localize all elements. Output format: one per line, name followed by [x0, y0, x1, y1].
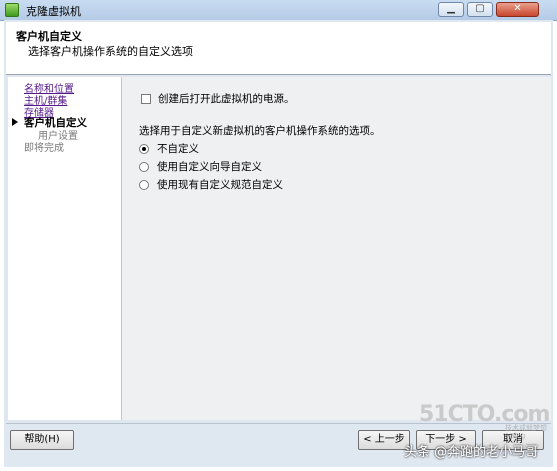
power-on-label: 创建后打开此虚拟机的电源。: [158, 93, 295, 105]
vmware-icon: [5, 3, 19, 17]
power-on-checkbox[interactable]: [141, 93, 151, 104]
option-existing-spec-label: 使用现有自定义规范自定义: [157, 179, 283, 191]
option-no-customize[interactable]: 不自定义: [139, 141, 199, 156]
watermark-text: 头条 @奔跑的老小马哥: [404, 445, 539, 460]
main-content: 创建后打开此虚拟机的电源。 选择用于自定义新虚拟机的客户机操作系统的选项。 不自…: [122, 77, 551, 420]
close-button[interactable]: ✕: [496, 2, 539, 17]
power-on-option[interactable]: 创建后打开此虚拟机的电源。: [141, 91, 295, 106]
help-button[interactable]: 帮助(H): [10, 430, 74, 450]
page-title: 客户机自定义: [16, 30, 82, 43]
options-prompt: 选择用于自定义新虚拟机的客户机操作系统的选项。: [139, 123, 381, 138]
wizard-header: 客户机自定义 选择客户机操作系统的自定义选项: [6, 22, 551, 75]
option-no-customize-label: 不自定义: [157, 143, 199, 155]
title-bar: 克隆虚拟机 ▁ ▢ ✕: [0, 0, 557, 21]
nav-step-ready-to-complete: 即将完成: [24, 143, 64, 154]
current-step-arrow-icon: [12, 118, 18, 126]
radio-no-customize[interactable]: [139, 143, 149, 154]
minimize-button[interactable]: ▁: [438, 2, 464, 17]
window-title: 克隆虚拟机: [26, 5, 81, 18]
option-wizard-customize[interactable]: 使用自定义向导自定义: [139, 159, 262, 174]
wizard-steps-nav: 名称和位置 主机/群集 存储器 客户机自定义 用户设置 即将完成: [8, 77, 122, 420]
radio-existing-spec[interactable]: [139, 179, 149, 190]
watermark-blog: Blog: [510, 432, 526, 440]
back-button[interactable]: < 上一步: [358, 430, 410, 450]
option-wizard-customize-label: 使用自定义向导自定义: [157, 161, 262, 173]
maximize-button[interactable]: ▢: [467, 2, 493, 17]
radio-wizard-customize[interactable]: [139, 161, 149, 172]
page-subtitle: 选择客户机操作系统的自定义选项: [28, 45, 193, 58]
options-prompt-text: 选择用于自定义新虚拟机的客户机操作系统的选项。: [139, 125, 381, 137]
option-existing-spec[interactable]: 使用现有自定义规范自定义: [139, 177, 283, 192]
